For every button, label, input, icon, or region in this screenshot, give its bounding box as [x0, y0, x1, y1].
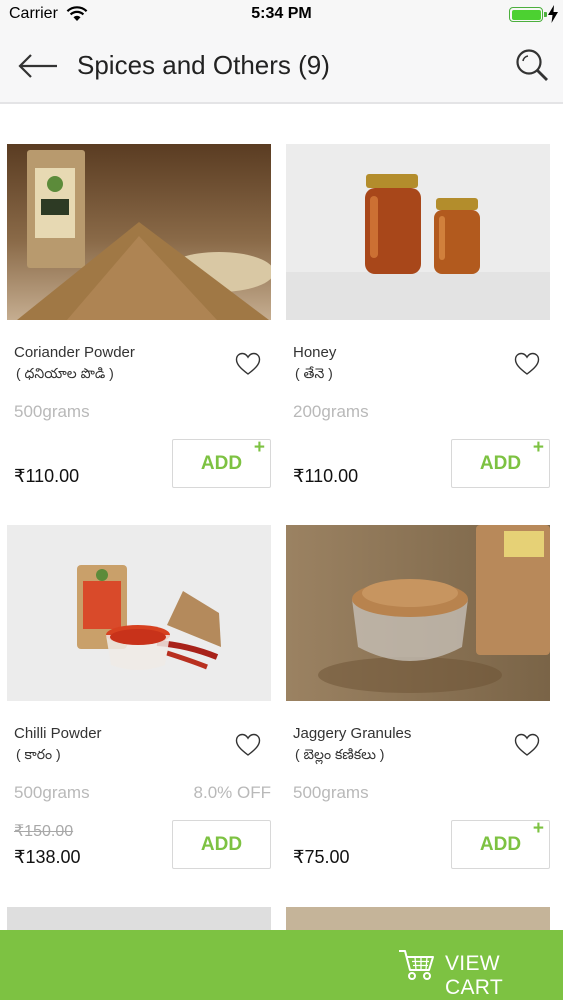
view-cart-label: VIEW CART: [445, 952, 503, 999]
product-image-partial: [286, 907, 550, 930]
product-name: Honey: [293, 344, 337, 361]
add-label: ADD: [479, 834, 522, 855]
status-time: 5:34 PM: [251, 5, 312, 22]
product-name: Chilli Powder: [14, 725, 102, 742]
product-card[interactable]: Chilli Powder ( కారం ) 500grams 8.0% OFF…: [7, 525, 271, 875]
add-label: ADD: [479, 453, 522, 474]
discount-badge: 8.0% OFF: [193, 783, 271, 802]
heart-icon[interactable]: [514, 352, 540, 376]
add-to-cart-button[interactable]: ADD +: [172, 437, 271, 488]
product-local-name: ( తేనె ): [295, 365, 333, 381]
product-local-name: ( కారం ): [16, 746, 61, 762]
product-image: [7, 525, 271, 701]
product-price: ₹138.00: [14, 847, 81, 867]
search-icon[interactable]: [515, 48, 549, 84]
cart-icon: [399, 950, 434, 980]
battery-icon: [509, 7, 543, 22]
add-to-cart-button[interactable]: ADD +: [451, 818, 550, 869]
plus-icon: +: [532, 818, 544, 839]
product-card[interactable]: Honey ( తేనె ) 200grams ₹110.00 ADD +: [286, 144, 550, 494]
product-local-name: ( బెల్లం కణికలు ): [295, 746, 385, 762]
product-image: [286, 144, 550, 320]
product-name: Coriander Powder: [14, 344, 135, 361]
add-label: ADD: [200, 834, 243, 855]
product-price: ₹75.00: [293, 847, 350, 867]
product-weight: 500grams: [14, 402, 90, 421]
product-image: [7, 144, 271, 320]
product-card[interactable]: Jaggery Granules ( బెల్లం కణికలు ) 500gr…: [286, 525, 550, 875]
product-local-name: ( ధనియాల పొడి ): [16, 365, 114, 381]
heart-icon[interactable]: [235, 733, 261, 757]
heart-icon[interactable]: [514, 733, 540, 757]
product-weight: 200grams: [293, 402, 369, 421]
product-price: ₹110.00: [293, 466, 359, 486]
product-weight: 500grams: [293, 783, 369, 802]
product-weight: 500grams: [14, 783, 90, 802]
page-title: Spices and Others (9): [77, 50, 330, 80]
app-header: Spices and Others (9): [0, 30, 563, 104]
add-to-cart-button[interactable]: ADD +: [451, 437, 550, 488]
status-bar: Carrier 5:34 PM: [0, 0, 563, 30]
original-price: ₹150.00: [14, 823, 74, 840]
product-image-partial: [7, 907, 271, 930]
plus-icon: +: [253, 437, 265, 458]
charging-icon: [548, 5, 558, 23]
product-image: [286, 525, 550, 701]
battery-tip: [544, 12, 547, 17]
plus-icon: +: [532, 437, 544, 458]
view-cart-button[interactable]: VIEW CART: [0, 930, 563, 1000]
product-name: Jaggery Granules: [293, 725, 412, 742]
add-label: ADD: [200, 453, 243, 474]
back-arrow-icon[interactable]: [14, 50, 62, 82]
heart-icon[interactable]: [235, 352, 261, 376]
add-to-cart-button[interactable]: ADD: [172, 820, 271, 869]
product-card[interactable]: Coriander Powder ( ధనియాల పొడి ) 500gram…: [7, 144, 271, 494]
product-price: ₹110.00: [14, 466, 80, 486]
